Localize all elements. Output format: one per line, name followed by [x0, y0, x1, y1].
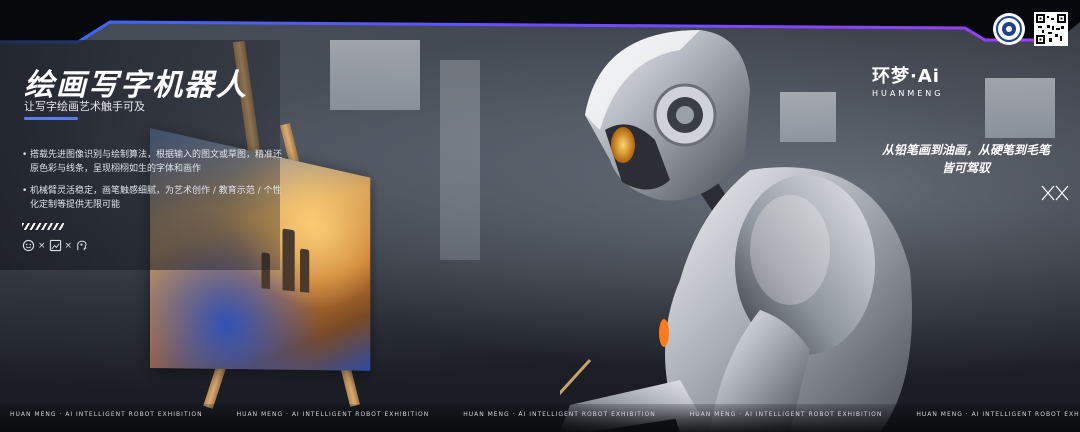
- exhibition-ticker: HUAN MENG · AI INTELLIGENT ROBOT EXHIBIT…: [10, 411, 1080, 418]
- banner: 绘画写字机器人 让写字绘画艺术触手可及 • 搭载先进图像识别与绘制算法，根据输入…: [0, 0, 1080, 432]
- frame-icon: [49, 239, 61, 252]
- painted-castle: [282, 228, 295, 292]
- qr-code-icon[interactable]: [1034, 12, 1068, 46]
- slogan-line: 从铅笔画到油画，从硬笔到毛笔: [881, 143, 1050, 157]
- ticker-text: HUAN MENG · AI INTELLIGENT ROBOT EXHIBIT…: [236, 411, 430, 418]
- brand-block: 环梦·Ai HUANMENG: [872, 62, 943, 98]
- bottom-strip: [0, 404, 1080, 432]
- list-item: • 机械臂灵活稳定，画笔触感细腻，为艺术创作 / 教育示范 / 个性化定制等提供…: [22, 184, 282, 212]
- bullet-dot-icon: •: [22, 150, 28, 160]
- feature-list: • 搭载先进图像识别与绘制算法，根据输入的图文或草图，精准还原色彩与线条，呈现栩…: [22, 148, 282, 220]
- hatch-divider: [22, 223, 64, 230]
- background-window: [440, 60, 480, 260]
- background-window: [985, 78, 1055, 138]
- bullet-dot-icon: •: [22, 186, 28, 196]
- smile-icon: [22, 239, 35, 252]
- page-subtitle: 让写字绘画艺术触手可及: [24, 100, 145, 113]
- feature-text: 搭载先进图像识别与绘制算法，根据输入的图文或草图，精准还原色彩与线条，呈现栩栩如…: [30, 150, 283, 174]
- slogan-line: 皆可驾驭: [941, 161, 990, 175]
- title-accent-line: [24, 117, 78, 120]
- background-window: [330, 40, 420, 110]
- ticker-text: HUAN MENG · AI INTELLIGENT ROBOT EXHIBIT…: [463, 411, 656, 418]
- slogan: 从铅笔画到油画，从硬笔到毛笔 皆可驾驭: [866, 141, 1066, 177]
- ticker-text: HUAN MENG · AI INTELLIGENT ROBOT EXHIBIT…: [689, 411, 883, 418]
- cross-decoration-icon: [1041, 185, 1069, 201]
- organization-logo-icon: [993, 13, 1025, 45]
- ticker-text: HUAN MENG · AI INTELLIGENT ROBOT EXHIBIT…: [10, 411, 203, 418]
- painted-castle: [300, 248, 310, 293]
- separator: ×: [38, 240, 46, 251]
- list-item: • 搭载先进图像识别与绘制算法，根据输入的图文或草图，精准还原色彩与线条，呈现栩…: [22, 148, 282, 176]
- feature-icon-row: × ×: [22, 239, 88, 252]
- separator: ×: [64, 240, 73, 251]
- ticker-text: HUAN MENG · AI INTELLIGENT ROBOT EXHIBIT…: [916, 411, 1080, 418]
- idea-head-icon: [77, 240, 87, 251]
- feature-text: 机械臂灵活稳定，画笔触感细腻，为艺术创作 / 教育示范 / 个性化定制等提供无限…: [30, 186, 282, 210]
- brand-name: 环梦·Ai: [872, 66, 940, 87]
- brand-pinyin: HUANMENG: [872, 89, 944, 98]
